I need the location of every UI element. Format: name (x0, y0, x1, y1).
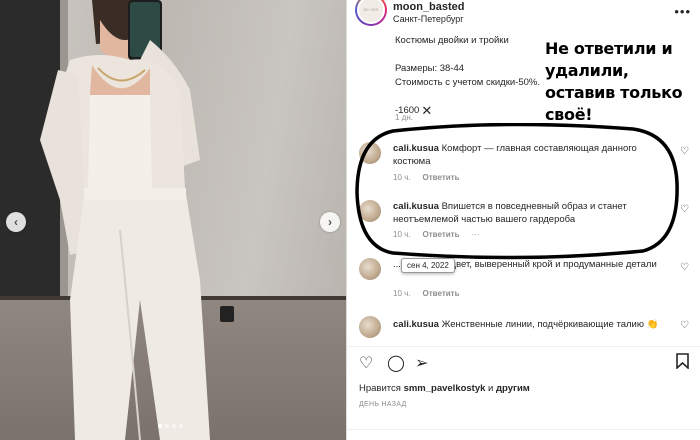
commenter-avatar[interactable] (359, 142, 381, 164)
comment-more-icon[interactable]: ··· (471, 230, 479, 239)
next-photo-button[interactable]: › (320, 212, 340, 232)
like-comment-icon[interactable]: ♡ (680, 320, 689, 331)
post-location[interactable]: Санкт-Петербург (393, 14, 464, 24)
date-tooltip: сен 4, 2022 (401, 258, 455, 273)
post-actions-bar: ♡ ◯ ➢ Нравится smm_pavelkostyk и другим … (347, 346, 700, 440)
comment-text: cali.kusua Впишется в повседневный образ… (393, 200, 665, 226)
commenter-avatar[interactable] (359, 316, 381, 338)
carousel-dot (165, 424, 169, 428)
author-username[interactable]: moon_basted (393, 1, 465, 13)
cross-mark-icon: ✕ (421, 103, 433, 118)
caption-price: -1600 ✕ (395, 104, 550, 118)
comment-icon[interactable]: ◯ (387, 353, 405, 373)
comment-time: 10 ч. (393, 230, 411, 239)
post-side-panel: BE HER moon_basted Санкт-Петербург ••• К… (346, 0, 700, 440)
like-comment-icon[interactable]: ♡ (680, 204, 689, 215)
likes-others[interactable]: другим (496, 383, 530, 394)
comment-body: Женственные линии, подчёркивающие талию (441, 319, 644, 330)
reply-button[interactable]: Ответить (423, 173, 460, 182)
previous-photo-button[interactable]: ‹ (6, 212, 26, 232)
commenter-avatar[interactable] (359, 200, 381, 222)
comment-meta: 10 ч. Ответить (393, 289, 459, 298)
share-icon[interactable]: ➢ (415, 353, 428, 373)
person-figure (40, 0, 210, 440)
commenter-username[interactable]: cali.kusua (393, 201, 439, 212)
avatar-logo-text: BE HER (357, 0, 385, 24)
carousel-dot (179, 424, 183, 428)
likes-prefix: Нравится (359, 383, 404, 394)
comment-text: cali.kusua Комфорт — главная составляюща… (393, 142, 665, 168)
reply-button[interactable]: Ответить (423, 230, 460, 239)
commenter-avatar[interactable] (359, 258, 381, 280)
likes-middle: и (485, 383, 497, 394)
comment-item: cali.kusua Впишется в повседневный образ… (359, 200, 689, 240)
bookmark-icon[interactable] (676, 353, 689, 374)
annotation-text: Не ответили и удалили, оставив только св… (545, 39, 683, 124)
clapping-emoji-icon: 👏 (646, 319, 659, 330)
more-options-icon[interactable]: ••• (674, 4, 691, 19)
likes-user[interactable]: smm_pavelkostyk (404, 383, 486, 394)
comment-meta: 10 ч. Ответить ··· (393, 230, 479, 239)
heart-icon[interactable]: ♡ (359, 353, 373, 373)
caption-line: Стоимость с учетом скидки-50%. (395, 77, 540, 88)
caption-line: Размеры: 38-44 (395, 63, 465, 74)
comment-item: cali.kusua Комфорт — главная составляюща… (359, 142, 689, 182)
add-comment-row[interactable] (347, 429, 700, 440)
comment-item: cali.kusua Женственные линии, подчёркива… (359, 316, 689, 340)
author-avatar[interactable]: BE HER (355, 0, 387, 26)
comment-meta: 10 ч. Ответить (393, 173, 459, 182)
commenter-username[interactable]: cali.kusua (393, 143, 439, 154)
like-comment-icon[interactable]: ♡ (680, 262, 689, 273)
caption-line: Костюмы двойки и тройки (395, 35, 509, 46)
comment-time: 10 ч. (393, 173, 411, 182)
carousel-dot (172, 424, 176, 428)
likes-summary: Нравится smm_pavelkostyk и другим (359, 383, 530, 394)
reply-button[interactable]: Ответить (423, 289, 460, 298)
carousel-dot (158, 424, 162, 428)
comment-text: cali.kusua Женственные линии, подчёркива… (393, 318, 665, 331)
comment-time: 10 ч. (393, 289, 411, 298)
like-comment-icon[interactable]: ♡ (680, 146, 689, 157)
post-header: BE HER moon_basted Санкт-Петербург ••• (347, 0, 700, 30)
caption-time: 1 дн. (395, 113, 413, 122)
carousel-dots (158, 424, 183, 428)
post-caption: Костюмы двойки и тройки Размеры: 38-44 С… (395, 34, 550, 118)
commenter-username[interactable]: cali.kusua (393, 319, 439, 330)
post-date: ДЕНЬ НАЗАД (359, 401, 407, 408)
post-photo: ‹ › (0, 0, 346, 440)
